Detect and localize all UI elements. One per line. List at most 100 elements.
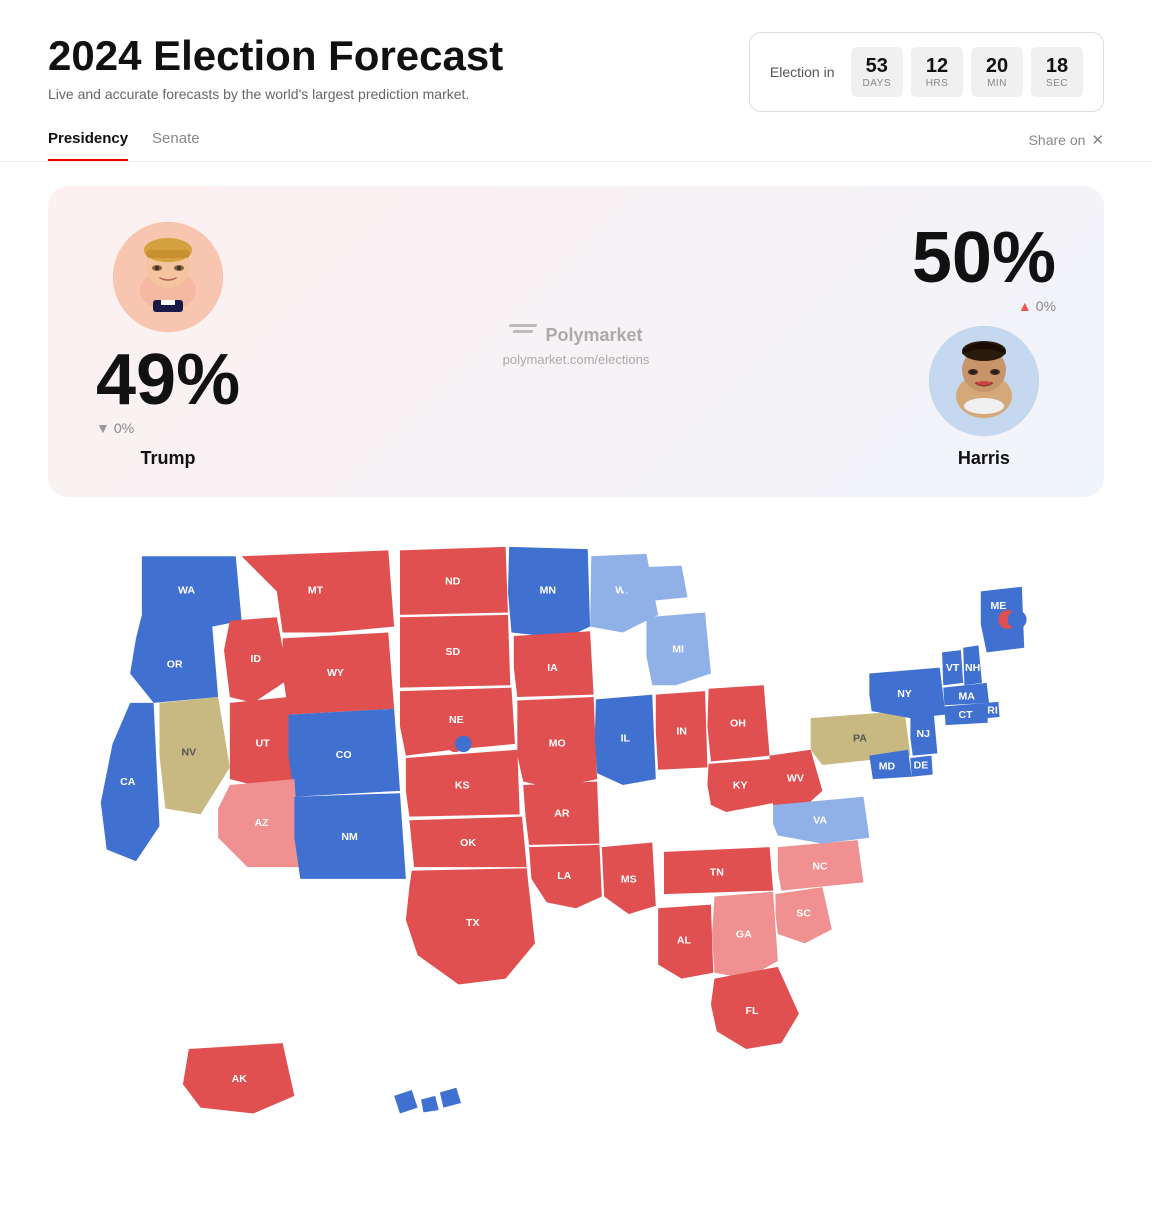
state-wa: [142, 556, 242, 626]
state-ma: [943, 683, 989, 705]
trump-change: ▼ 0%: [96, 420, 134, 436]
polymarket-logo: Polymarket: [509, 324, 642, 346]
min-label: MIN: [983, 78, 1011, 89]
brand-name: Polymarket: [545, 325, 642, 346]
harris-name: Harris: [958, 448, 1010, 469]
tab-presidency[interactable]: Presidency: [48, 130, 128, 161]
harris-pct: 50%: [912, 222, 1056, 294]
tab-senate[interactable]: Senate: [152, 130, 200, 161]
harris-portrait: [929, 326, 1039, 436]
state-co: [289, 709, 400, 797]
brand-url: polymarket.com/elections: [503, 352, 650, 367]
countdown-box: Election in 53 DAYS 12 HRS 20 MIN 18 SEC: [749, 32, 1104, 112]
days-value: 53: [863, 55, 892, 78]
trump-name: Trump: [141, 448, 196, 469]
state-hi-2: [421, 1096, 439, 1112]
trump-pct: 49%: [96, 344, 240, 416]
state-ar: [523, 781, 599, 844]
countdown-hrs: 12 HRS: [911, 47, 963, 97]
trump-candidate: 49% ▼ 0% Trump: [96, 222, 240, 469]
state-ok: [409, 817, 526, 867]
state-tx: [406, 868, 535, 984]
state-wy: [283, 632, 394, 714]
countdown-label: Election in: [770, 64, 835, 80]
state-mo: [517, 697, 597, 789]
state-il: [595, 695, 656, 785]
state-nv: [159, 697, 229, 814]
state-la: [529, 845, 602, 908]
harris-stats: 50% ▲ 0%: [912, 222, 1056, 314]
state-nc: [778, 840, 864, 890]
harris-arrow: ▲: [1018, 298, 1032, 314]
state-ms: [602, 842, 656, 914]
state-ut: [230, 697, 295, 785]
min-value: 20: [983, 55, 1011, 78]
countdown-units: 53 DAYS 12 HRS 20 MIN 18 SEC: [851, 47, 1084, 97]
share-on-button[interactable]: Share on ✕: [1029, 131, 1104, 161]
page-title: 2024 Election Forecast: [48, 32, 503, 80]
state-id: [224, 617, 289, 703]
state-tn: [664, 847, 773, 894]
state-de: [910, 756, 932, 777]
state-ny: [869, 668, 945, 718]
harris-change: ▲ 0%: [1018, 298, 1056, 314]
state-hi-3: [440, 1088, 461, 1108]
state-ky: [707, 759, 775, 812]
state-ga: [712, 892, 778, 979]
state-mi-lower: [646, 613, 711, 686]
state-az: [218, 779, 300, 867]
state-ri: [987, 702, 1000, 718]
tabs-left: Presidency Senate: [48, 130, 200, 161]
harris-avatar: [929, 326, 1039, 436]
polymarket-icon: [509, 324, 537, 346]
state-sc: [775, 887, 831, 943]
share-label: Share on: [1029, 132, 1086, 148]
sec-value: 18: [1043, 55, 1071, 78]
state-va: [773, 797, 869, 844]
page-subtitle: Live and accurate forecasts by the world…: [48, 86, 503, 102]
state-nh: [963, 645, 982, 685]
header-left: 2024 Election Forecast Live and accurate…: [48, 32, 503, 102]
sec-label: SEC: [1043, 78, 1071, 89]
x-icon: ✕: [1091, 131, 1104, 149]
ne-split-blue: [455, 736, 471, 752]
state-mn: [508, 547, 590, 639]
harris-candidate: 50% ▲ 0% Harris: [912, 222, 1056, 469]
countdown-days: 53 DAYS: [851, 47, 904, 97]
state-in: [656, 691, 708, 770]
page-header: 2024 Election Forecast Live and accurate…: [0, 0, 1152, 112]
state-ct: [944, 703, 987, 725]
trump-arrow: ▼: [96, 420, 110, 436]
state-ca: [101, 703, 160, 861]
state-nd: [400, 547, 508, 615]
tabs-bar: Presidency Senate Share on ✕: [0, 112, 1152, 162]
label-hi: HI: [418, 1116, 429, 1128]
trump-avatar: [113, 222, 223, 332]
countdown-sec: 18 SEC: [1031, 47, 1083, 97]
us-map: WA OR CA NV ID MT WY UT CO AZ NM ND: [48, 521, 1104, 1155]
countdown-min: 20 MIN: [971, 47, 1023, 97]
days-label: DAYS: [863, 78, 892, 89]
state-sd: [400, 615, 510, 688]
trump-change-val: 0%: [114, 420, 134, 436]
harris-change-val: 0%: [1036, 298, 1056, 314]
state-ia: [514, 631, 594, 697]
hrs-label: HRS: [923, 78, 951, 89]
state-nm: [294, 793, 405, 879]
state-oh: [707, 685, 769, 761]
map-section: WA OR CA NV ID MT WY UT CO AZ NM ND: [0, 521, 1152, 1208]
forecast-card: 49% ▼ 0% Trump Polymarket polymarket.com…: [48, 186, 1104, 497]
state-nj: [910, 715, 937, 756]
state-ak: [183, 1043, 294, 1113]
trump-stats: 49% ▼ 0%: [96, 344, 240, 436]
hrs-value: 12: [923, 55, 951, 78]
state-hi-1: [394, 1090, 417, 1113]
trump-portrait: [113, 222, 223, 332]
state-or: [130, 615, 218, 703]
state-fl: [711, 967, 799, 1049]
center-brand: Polymarket polymarket.com/elections: [503, 324, 650, 367]
state-ks: [406, 750, 520, 817]
me-split-blue: [1008, 610, 1027, 629]
state-vt: [942, 650, 963, 685]
state-al: [658, 905, 713, 979]
